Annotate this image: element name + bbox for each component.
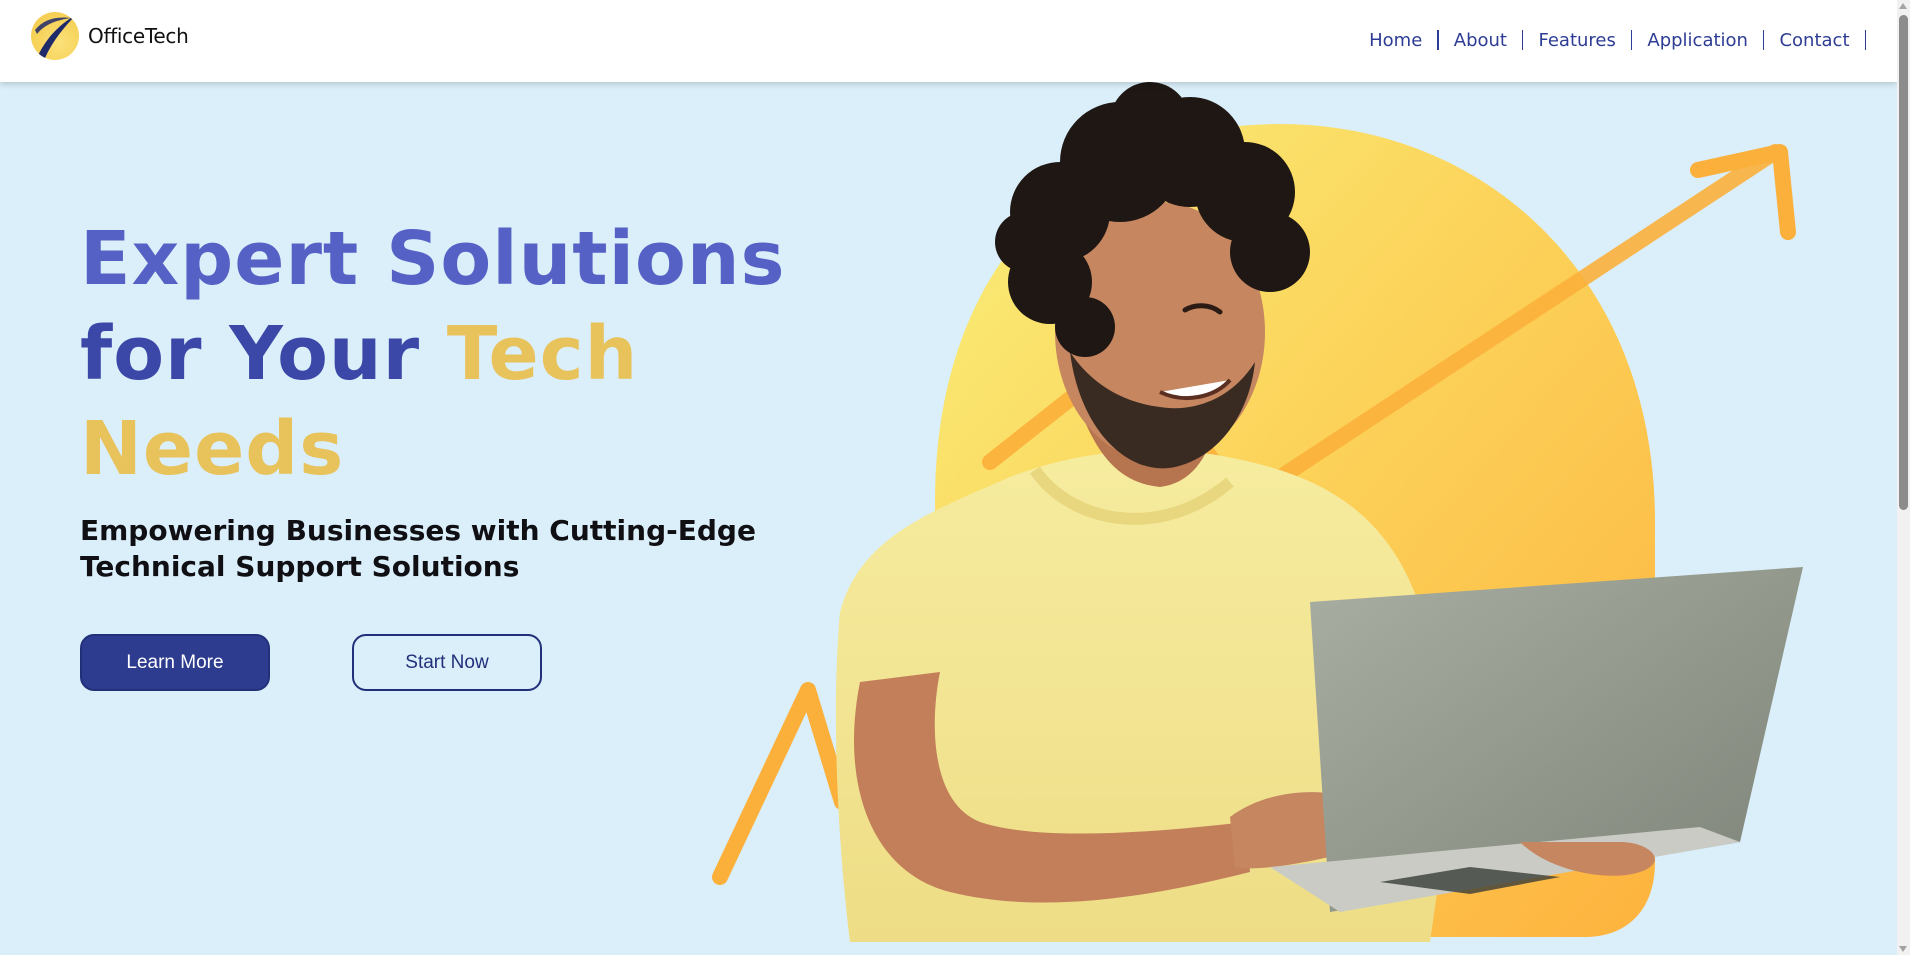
page-scrollbar[interactable] — [1897, 0, 1910, 955]
laptop — [1270, 567, 1803, 912]
nav-item-about: About — [1439, 30, 1524, 51]
nav-divider — [1864, 30, 1866, 50]
hero-title-line3: Needs — [80, 406, 345, 492]
brand-link[interactable]: OfficeTech — [31, 11, 189, 61]
hero-illustration — [712, 82, 1803, 942]
brand-name: OfficeTech — [88, 24, 189, 48]
nav-item-application: Application — [1632, 30, 1765, 51]
nav-item-home: Home — [1354, 30, 1439, 51]
scroll-down-icon[interactable] — [1899, 946, 1907, 952]
learn-more-button[interactable]: Learn More — [80, 634, 270, 691]
nav-link-application[interactable]: Application — [1632, 30, 1763, 51]
hero-subtitle: Empowering Businesses with Cutting-Edge … — [80, 514, 756, 583]
hero-title: Expert Solutions for Your Tech Needs — [80, 212, 786, 497]
main-nav: Home About Features Application Contact — [1354, 0, 1866, 80]
nav-link-contact[interactable]: Contact — [1764, 30, 1864, 51]
nav-link-features[interactable]: Features — [1523, 30, 1630, 51]
nav-item-contact: Contact — [1764, 30, 1866, 51]
hero-title-line1: Expert Solutions — [80, 216, 786, 302]
hero-title-line2a: for Your — [80, 311, 421, 397]
nav-item-features: Features — [1523, 30, 1633, 51]
page: OfficeTech Home About Features Applicati… — [0, 0, 1910, 955]
scroll-up-icon[interactable] — [1899, 3, 1907, 9]
nav-link-about[interactable]: About — [1439, 30, 1522, 51]
zigzag-line — [712, 682, 850, 885]
start-now-button[interactable]: Start Now — [352, 634, 542, 691]
site-header: OfficeTech Home About Features Applicati… — [0, 0, 1897, 82]
nav-link-home[interactable]: Home — [1354, 30, 1437, 51]
hero-title-line2b: Tech — [446, 311, 639, 397]
scrollbar-thumb[interactable] — [1899, 15, 1908, 510]
swoosh-logo-icon — [31, 12, 79, 60]
